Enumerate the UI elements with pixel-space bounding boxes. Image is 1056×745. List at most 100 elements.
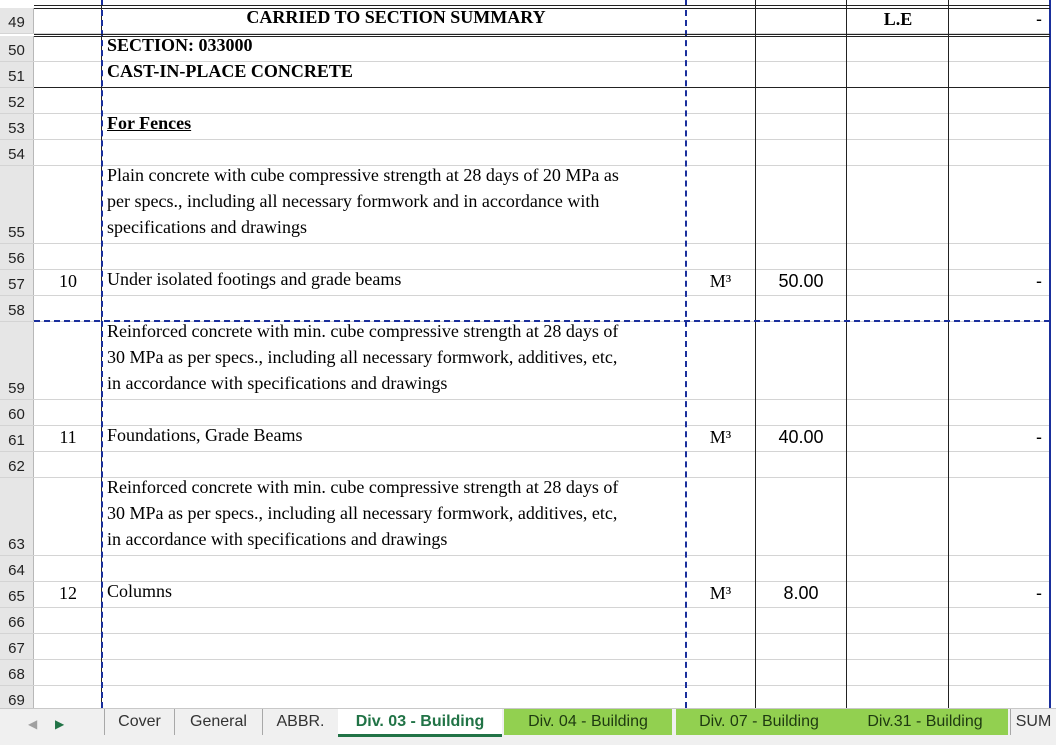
amount-cell[interactable] (950, 296, 1048, 321)
rate-cell[interactable] (848, 426, 948, 451)
item-number-cell[interactable] (35, 88, 101, 113)
row-header[interactable]: 50 (0, 36, 34, 61)
unit-cell[interactable] (687, 322, 754, 399)
unit-cell[interactable] (687, 140, 754, 165)
quantity-cell[interactable] (756, 36, 846, 61)
row-header[interactable]: 68 (0, 660, 34, 685)
rate-cell[interactable] (848, 400, 948, 425)
item-number-cell[interactable]: 10 (35, 270, 101, 295)
amount-cell[interactable]: - (950, 426, 1048, 451)
amount-cell[interactable] (950, 244, 1048, 269)
item-number-cell[interactable] (35, 660, 101, 685)
quantity-cell[interactable] (756, 114, 846, 139)
description-cell[interactable] (104, 88, 685, 113)
quantity-cell[interactable] (756, 166, 846, 243)
unit-cell[interactable] (687, 556, 754, 581)
unit-cell[interactable] (687, 608, 754, 633)
rate-cell[interactable] (848, 114, 948, 139)
unit-cell[interactable] (687, 296, 754, 321)
unit-cell[interactable] (687, 62, 754, 87)
quantity-cell[interactable] (756, 634, 846, 659)
amount-cell[interactable] (950, 140, 1048, 165)
item-number-cell[interactable] (35, 634, 101, 659)
item-number-cell[interactable] (35, 244, 101, 269)
quantity-cell[interactable] (756, 686, 846, 708)
sheet-tab[interactable]: Div. 07 - Building (676, 709, 842, 735)
rate-cell[interactable] (848, 608, 948, 633)
amount-cell[interactable] (950, 114, 1048, 139)
unit-cell[interactable] (687, 166, 754, 243)
table-row[interactable]: 55 Plain concrete with cube compressive s… (0, 165, 1050, 244)
sheet-tab[interactable]: SUM (1010, 709, 1056, 735)
row-header[interactable]: 57 (0, 270, 34, 295)
unit-cell[interactable] (687, 452, 754, 477)
amount-cell[interactable] (950, 556, 1048, 581)
row-header[interactable]: 55 (0, 166, 34, 243)
quantity-cell[interactable] (756, 62, 846, 87)
description-cell[interactable]: Reinforced concrete with min. cube compr… (104, 477, 685, 555)
rate-cell[interactable] (848, 322, 948, 399)
rate-cell[interactable] (848, 36, 948, 61)
item-number-cell[interactable]: 12 (35, 582, 101, 607)
rate-cell[interactable] (848, 478, 948, 555)
table-row[interactable]: 67 (0, 634, 1050, 660)
item-number-cell[interactable] (35, 36, 101, 61)
unit-cell[interactable] (687, 478, 754, 555)
quantity-cell[interactable] (756, 244, 846, 269)
row-header[interactable]: 61 (0, 426, 34, 451)
row-header[interactable]: 59 (0, 322, 34, 399)
row-header[interactable]: 62 (0, 452, 34, 477)
quantity-cell[interactable] (756, 452, 846, 477)
description-cell[interactable]: Plain concrete with cube compressive str… (104, 165, 685, 243)
item-number-cell[interactable] (35, 296, 101, 321)
row-header[interactable]: 63 (0, 478, 34, 555)
table-row[interactable]: 61 11 Foundations, Grade Beams M³ 40.00 - (0, 425, 1050, 452)
unit-cell[interactable] (687, 8, 754, 33)
quantity-cell[interactable] (756, 660, 846, 685)
table-row[interactable]: 65 12 Columns M³ 8.00 - (0, 581, 1050, 608)
amount-cell[interactable] (950, 166, 1048, 243)
sheet-tab[interactable]: Div.31 - Building (842, 709, 1008, 735)
item-number-cell[interactable] (35, 322, 101, 399)
row-header[interactable]: 64 (0, 556, 34, 581)
description-cell[interactable] (104, 686, 685, 708)
row-header[interactable]: 67 (0, 634, 34, 659)
description-cell[interactable] (104, 634, 685, 659)
amount-cell[interactable]: - (950, 582, 1048, 607)
amount-cell[interactable] (950, 478, 1048, 555)
quantity-cell[interactable] (756, 8, 846, 33)
description-cell[interactable]: CARRIED TO SECTION SUMMARY (104, 7, 685, 33)
description-cell[interactable] (104, 608, 685, 633)
quantity-cell[interactable] (756, 556, 846, 581)
rate-cell[interactable] (848, 582, 948, 607)
row-header[interactable]: 60 (0, 400, 34, 425)
quantity-cell[interactable] (756, 88, 846, 113)
table-row[interactable]: 68 (0, 660, 1050, 686)
amount-cell[interactable] (950, 634, 1048, 659)
quantity-cell[interactable] (756, 140, 846, 165)
rate-cell[interactable] (848, 452, 948, 477)
sheet-tab[interactable]: Cover (104, 709, 174, 735)
item-number-cell[interactable] (35, 114, 101, 139)
unit-cell[interactable]: M³ (687, 270, 754, 295)
unit-cell[interactable] (687, 244, 754, 269)
unit-cell[interactable] (687, 634, 754, 659)
table-row[interactable]: 51 CAST-IN-PLACE CONCRETE (0, 61, 1050, 88)
item-number-cell[interactable] (35, 140, 101, 165)
quantity-cell[interactable] (756, 400, 846, 425)
rate-cell[interactable] (848, 62, 948, 87)
description-cell[interactable]: Reinforced concrete with min. cube compr… (104, 321, 685, 399)
spreadsheet-grid[interactable]: 49 CARRIED TO SECTION SUMMARY L.E -50 SECTIO… (0, 0, 1056, 708)
amount-cell[interactable] (950, 686, 1048, 708)
item-number-cell[interactable]: 11 (35, 426, 101, 451)
item-number-cell[interactable] (35, 8, 101, 33)
sheet-tab[interactable]: ABBR. (262, 709, 338, 735)
row-header[interactable]: 49 (0, 8, 34, 33)
unit-cell[interactable]: M³ (687, 426, 754, 451)
item-number-cell[interactable] (35, 400, 101, 425)
rate-cell[interactable] (848, 296, 948, 321)
description-cell[interactable]: Under isolated footings and grade beams (104, 269, 685, 295)
table-row[interactable]: 63 Reinforced concrete with min. cube com… (0, 477, 1050, 556)
quantity-cell[interactable]: 50.00 (756, 270, 846, 295)
rate-cell[interactable]: L.E (848, 8, 948, 33)
